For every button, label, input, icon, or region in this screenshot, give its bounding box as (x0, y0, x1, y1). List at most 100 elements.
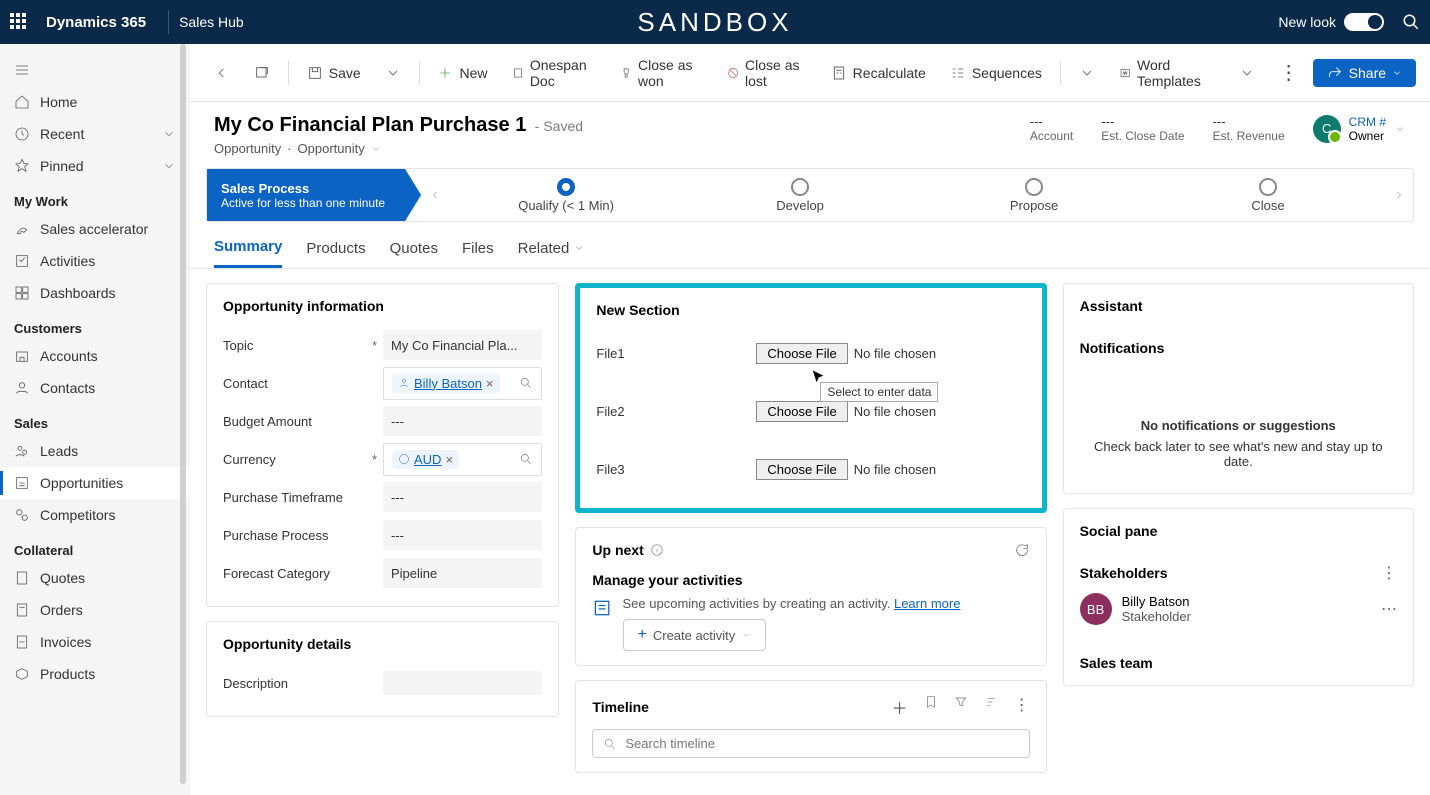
search-icon[interactable] (1402, 13, 1420, 31)
nav-pinned[interactable]: Pinned (0, 150, 190, 182)
section-title: New Section (596, 302, 1025, 318)
app-name[interactable]: Dynamics 365 (46, 14, 146, 31)
timeframe-input[interactable]: --- (383, 482, 542, 512)
tab-related[interactable]: Related (518, 232, 586, 268)
search-icon[interactable] (519, 452, 533, 466)
open-new-window-button[interactable] (244, 59, 280, 87)
remove-chip-icon[interactable]: × (445, 452, 453, 467)
timeline-filter-icon[interactable] (954, 695, 968, 719)
stakeholders-more[interactable]: ⋮ (1381, 563, 1397, 583)
nav-home[interactable]: Home (0, 86, 190, 118)
form-selector[interactable]: Opportunity (298, 141, 365, 156)
nav-sales-accelerator[interactable]: Sales accelerator (0, 213, 190, 245)
header-owner[interactable]: C CRM #Owner (1313, 115, 1406, 143)
overflow-chevron[interactable] (1069, 59, 1105, 87)
nav-accounts[interactable]: Accounts (0, 340, 190, 372)
app-launcher-icon[interactable] (10, 13, 28, 31)
file3-choose-button[interactable]: Choose File (756, 459, 847, 480)
nav-scrollbar[interactable] (180, 44, 186, 784)
activity-icon (592, 596, 612, 620)
nav-orders[interactable]: Orders (0, 594, 190, 626)
timeline-sort-icon[interactable] (984, 695, 998, 719)
back-button[interactable] (204, 59, 240, 87)
create-activity-button[interactable]: +Create activity (623, 619, 767, 651)
header-est-revenue[interactable]: ---Est. Revenue (1213, 114, 1285, 143)
tab-summary[interactable]: Summary (214, 232, 282, 268)
nav-contacts[interactable]: Contacts (0, 372, 190, 404)
remove-chip-icon[interactable]: × (486, 376, 494, 391)
section-title: Assistant (1080, 298, 1397, 314)
search-icon[interactable] (519, 376, 533, 390)
stage-propose[interactable]: Propose (917, 178, 1151, 213)
bpf-next[interactable] (1385, 189, 1413, 201)
nav-hamburger[interactable] (0, 54, 190, 86)
timeline-more-icon[interactable]: ⋮ (1014, 695, 1030, 719)
header-est-close-date[interactable]: ---Est. Close Date (1101, 114, 1184, 143)
more-commands[interactable]: ⋮ (1269, 60, 1309, 85)
nav-invoices[interactable]: Invoices (0, 626, 190, 658)
timeline-search-input[interactable]: Search timeline (592, 729, 1029, 758)
bpf-prev[interactable] (421, 189, 449, 201)
share-button[interactable]: Share (1313, 59, 1416, 87)
word-templates-dropdown[interactable] (1229, 59, 1265, 87)
nav-recent[interactable]: Recent (0, 118, 190, 150)
field-label-timeframe: Purchase Timeframe (223, 490, 383, 505)
budget-input[interactable]: --- (383, 406, 542, 436)
info-icon[interactable] (650, 543, 664, 557)
upnext-text: See upcoming activities by creating an a… (623, 596, 894, 611)
process-input[interactable]: --- (383, 520, 542, 550)
stage-close[interactable]: Close (1151, 178, 1385, 213)
nav-activities[interactable]: Activities (0, 245, 190, 277)
new-look-toggle[interactable] (1344, 13, 1384, 31)
file1-choose-button[interactable]: Choose File (756, 343, 847, 364)
nav-dashboards[interactable]: Dashboards (0, 277, 190, 309)
nav-competitors[interactable]: Competitors (0, 499, 190, 531)
forecast-input[interactable]: Pipeline (383, 558, 542, 588)
opportunity-information-section: Opportunity information TopicMy Co Finan… (206, 283, 559, 607)
contact-lookup[interactable]: Billy Batson× (383, 367, 542, 400)
stage-qualify[interactable]: Qualify (< 1 Min) (449, 178, 683, 213)
nav-section-collateral: Collateral (0, 531, 190, 562)
nav-quotes[interactable]: Quotes (0, 562, 190, 594)
onespan-doc-button[interactable]: Onespan Doc (502, 51, 606, 95)
description-input[interactable] (383, 671, 542, 695)
currency-lookup[interactable]: AUD× (383, 443, 542, 476)
tab-files[interactable]: Files (462, 232, 494, 268)
learn-more-link[interactable]: Learn more (894, 596, 960, 611)
file2-choose-button[interactable]: Choose File (756, 401, 847, 422)
sequences-button[interactable]: Sequences (940, 59, 1052, 87)
save-button[interactable]: Save (297, 59, 371, 87)
contact-chip[interactable]: Billy Batson× (392, 374, 500, 393)
header-account[interactable]: ---Account (1030, 114, 1073, 143)
nav-opportunities[interactable]: Opportunities (0, 467, 190, 499)
process-name-block[interactable]: Sales Process Active for less than one m… (207, 169, 421, 221)
field-label-process: Purchase Process (223, 528, 383, 543)
timeline-bookmark-icon[interactable] (924, 695, 938, 719)
new-button[interactable]: New (427, 59, 497, 87)
chevron-down-icon[interactable] (1394, 123, 1406, 135)
tab-quotes[interactable]: Quotes (390, 232, 438, 268)
nav-leads[interactable]: Leads (0, 435, 190, 467)
recalculate-button[interactable]: Recalculate (821, 59, 936, 87)
close-as-won-button[interactable]: Close as won (610, 51, 713, 95)
chevron-down-icon[interactable] (371, 144, 381, 154)
word-templates-button[interactable]: Word Templates (1109, 51, 1225, 95)
stakeholder-name: Billy Batson (1122, 594, 1191, 609)
nav-products[interactable]: Products (0, 658, 190, 690)
refresh-icon[interactable] (1014, 542, 1030, 558)
topic-input[interactable]: My Co Financial Pla... (383, 330, 542, 360)
chevron-down-icon (162, 127, 176, 141)
tab-products[interactable]: Products (306, 232, 365, 268)
close-as-lost-button[interactable]: Close as lost (717, 51, 817, 95)
file1-status: No file chosen (854, 346, 936, 361)
stage-develop[interactable]: Develop (683, 178, 917, 213)
save-dropdown[interactable] (375, 59, 411, 87)
timeline-add-icon[interactable]: ＋ (892, 695, 908, 719)
stakeholder-row[interactable]: BB Billy Batson Stakeholder ⋯ (1080, 593, 1397, 625)
notifications-title: Notifications (1080, 340, 1397, 356)
social-pane-section: Social pane Stakeholders ⋮ BB Billy Bats… (1063, 508, 1414, 686)
page-title: My Co Financial Plan Purchase 1 (214, 114, 526, 136)
currency-chip[interactable]: AUD× (392, 450, 459, 469)
stakeholder-more[interactable]: ⋯ (1381, 599, 1397, 619)
module-name[interactable]: Sales Hub (179, 14, 244, 30)
